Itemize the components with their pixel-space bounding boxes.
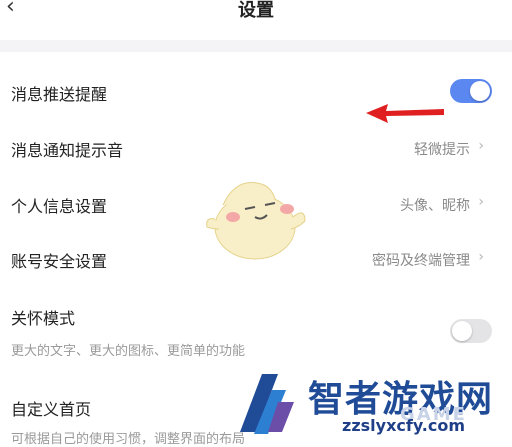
watermark: 智者游戏网 GAME zzslyxcfy.com xyxy=(232,368,512,439)
security-label: 账号安全设置 xyxy=(11,252,108,271)
home-desc: 可根据自己的使用习惯，调整界面的布局 xyxy=(11,432,246,447)
push-label: 消息推送提醒 xyxy=(11,85,108,104)
care-mode-toggle[interactable] xyxy=(450,319,492,343)
page-title: 设置 xyxy=(238,0,274,21)
profile-value: 头像、昵称 xyxy=(400,198,470,214)
care-desc: 更大的文字、更大的图标、更简单的功能 xyxy=(11,344,246,359)
home-label: 自定义首页 xyxy=(11,400,92,419)
toggle-knob xyxy=(452,321,472,341)
care-label: 关怀模式 xyxy=(11,309,76,328)
chevron-right-icon: › xyxy=(478,249,484,265)
profile-label: 个人信息设置 xyxy=(11,197,108,216)
watermark-url: zzslyxcfy.com xyxy=(342,416,466,435)
sound-value: 轻微提示 xyxy=(414,142,470,158)
security-value: 密码及终端管理 xyxy=(372,253,470,269)
chevron-right-icon: › xyxy=(478,194,484,210)
mascot-sticker-icon xyxy=(206,181,306,260)
toggle-knob xyxy=(470,81,490,101)
sound-label: 消息通知提示音 xyxy=(11,141,124,160)
setting-row-sound[interactable]: 消息通知提示音 轻微提示 › xyxy=(0,120,500,176)
chevron-right-icon: › xyxy=(478,138,484,154)
setting-row-care-mode: 关怀模式 更大的文字、更大的图标、更简单的功能 xyxy=(0,298,500,368)
watermark-logo-icon xyxy=(240,374,294,434)
section-divider xyxy=(0,40,512,52)
push-toggle[interactable] xyxy=(450,79,492,103)
top-bar: ‹ 设置 xyxy=(0,0,512,40)
